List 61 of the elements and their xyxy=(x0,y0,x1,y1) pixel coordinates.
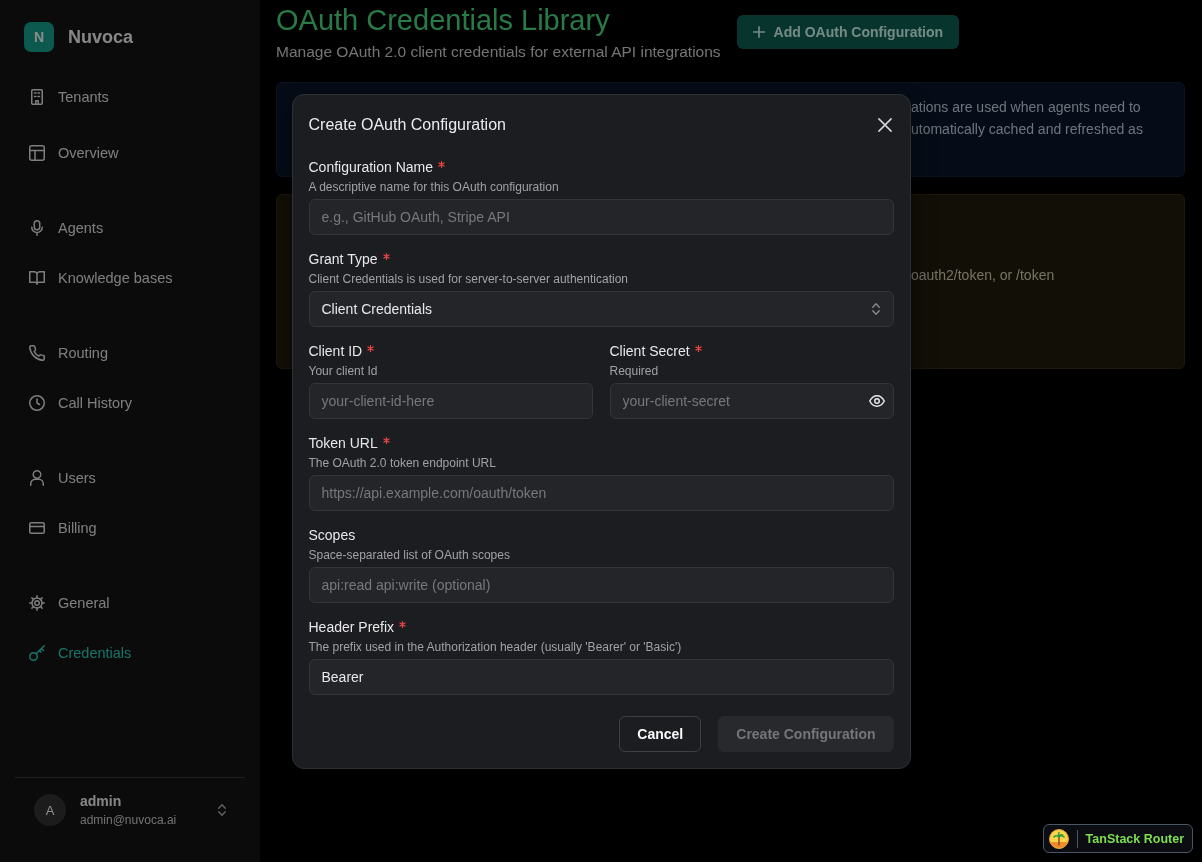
chevrons-up-down-icon xyxy=(871,302,880,315)
field-label: Client Secret xyxy=(609,341,690,361)
notice-text: ations are used when agents need to xyxy=(911,98,1142,117)
sidebar-item[interactable]: Call History xyxy=(15,385,245,421)
grant-type-select[interactable]: Client Credentials xyxy=(308,290,894,327)
user-icon xyxy=(30,470,44,486)
field-description: Required xyxy=(609,362,660,379)
clock-icon xyxy=(29,395,45,411)
sidebar-item[interactable]: Billing xyxy=(15,510,245,546)
phone-icon xyxy=(29,345,45,361)
text-input-field[interactable]: e.g., GitHub OAuth, Stripe API xyxy=(308,198,894,235)
field-label: Token URL xyxy=(308,433,378,453)
chevrons-up-down-icon xyxy=(218,804,226,816)
field-description: Client Credentials is used for server-to-server authentication xyxy=(308,270,629,287)
key-icon xyxy=(29,645,45,661)
sidebar-item[interactable]: Tenants xyxy=(15,79,245,115)
router-devtools-button[interactable]: TanStack Router xyxy=(1042,824,1193,853)
field-description: The OAuth 2.0 token endpoint URL xyxy=(308,454,497,471)
book-icon xyxy=(29,271,45,285)
close-icon[interactable] xyxy=(877,117,892,132)
gear-icon xyxy=(29,595,45,611)
page-title: OAuth Credentials Library xyxy=(276,3,611,38)
field-label: Scopes xyxy=(308,525,356,545)
secret-input-field[interactable]: your-client-secret xyxy=(609,382,894,419)
sidebar-item[interactable]: General xyxy=(15,585,245,621)
field-label: Client ID xyxy=(308,341,363,361)
brand-logo: N xyxy=(24,22,54,52)
sidebar-item[interactable]: Overview xyxy=(15,135,245,171)
sidebar-item[interactable]: Routing xyxy=(15,335,245,371)
eye-icon[interactable] xyxy=(868,394,885,407)
user-email: admin@nuvoca.ai xyxy=(80,812,177,828)
sidebar-item[interactable]: Knowledge bases xyxy=(15,260,245,296)
notice-text: utomatically cached and refreshed as xyxy=(911,120,1144,139)
text-input-field[interactable]: https://api.example.com/oauth/token xyxy=(308,474,894,511)
palm-tree-icon xyxy=(1048,828,1069,849)
microphone-icon xyxy=(31,220,43,236)
page-subtitle: Manage OAuth 2.0 client credentials for external API integrations xyxy=(276,42,721,62)
plus-icon xyxy=(752,25,765,38)
dialog-title: Create OAuth Configuration xyxy=(308,114,506,135)
field-label: Grant Type xyxy=(308,249,378,269)
sidebar-item[interactable]: Credentials xyxy=(15,635,245,671)
text-input-field[interactable]: your-client-id-here xyxy=(308,382,593,419)
user-name: admin xyxy=(80,792,123,810)
user-avatar: A xyxy=(34,794,66,826)
text-input-field[interactable]: Bearer xyxy=(308,658,894,695)
field-description: Your client Id xyxy=(308,362,379,379)
notice-text: oauth2/token, or /token xyxy=(911,266,1056,285)
field-description: Space-separated list of OAuth scopes xyxy=(308,546,511,563)
building-icon xyxy=(31,89,43,105)
add-configuration-button[interactable]: Add OAuth Configuration xyxy=(736,14,960,49)
sidebar-item[interactable]: Agents xyxy=(15,210,245,246)
layout-icon xyxy=(29,145,45,161)
field-label: Header Prefix xyxy=(308,617,395,637)
brand-name: Nuvoca xyxy=(68,26,134,48)
sidebar-item[interactable]: Users xyxy=(15,460,245,496)
field-description: A descriptive name for this OAuth configuration xyxy=(308,178,560,195)
cancel-button[interactable]: Cancel xyxy=(619,715,702,752)
field-description: The prefix used in the Authorization header (usually 'Bearer' or 'Basic') xyxy=(308,638,683,655)
text-input-field[interactable]: api:read api:write (optional) xyxy=(308,566,894,603)
field-label: Configuration Name xyxy=(308,157,433,177)
credit-card-icon xyxy=(29,522,45,534)
